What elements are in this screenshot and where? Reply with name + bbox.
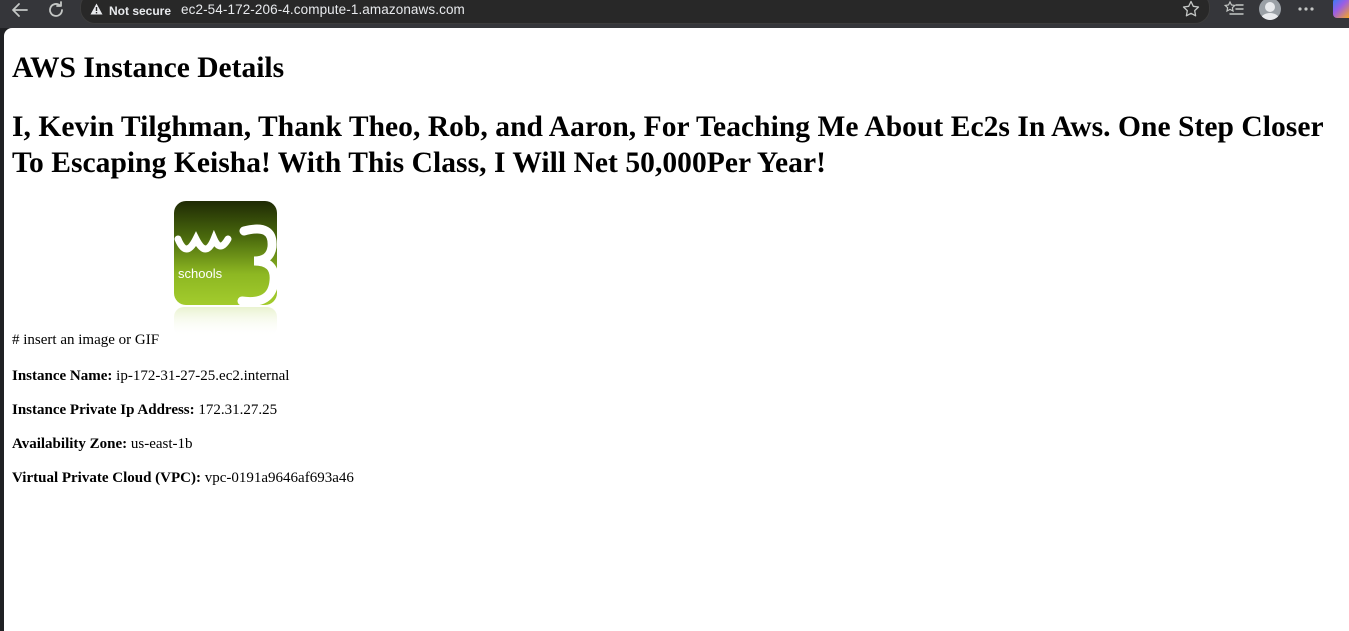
field-private-ip: Instance Private Ip Address: 172.31.27.2… — [12, 401, 1341, 419]
profile-icon[interactable] — [1258, 0, 1282, 20]
field-value: ip-172-31-27-25.ec2.internal — [116, 368, 290, 384]
logo-text: schools — [178, 266, 223, 281]
field-instance-name: Instance Name: ip-172-31-27-25.ec2.inter… — [12, 367, 1341, 385]
page-subheading: I, Kevin Tilghman, Thank Theo, Rob, and … — [12, 111, 1324, 179]
security-label: Not secure — [109, 3, 172, 18]
field-value: us-east-1b — [130, 436, 193, 452]
page-content: AWS Instance Details I, Kevin Tilghman, … — [4, 50, 1349, 487]
field-label: Virtual Private Cloud (VPC): — [12, 470, 201, 486]
more-icon[interactable] — [1294, 0, 1318, 20]
page-title: AWS Instance Details — [12, 52, 285, 84]
reload-icon[interactable] — [44, 0, 68, 20]
page-viewport: AWS Instance Details I, Kevin Tilghman, … — [4, 28, 1349, 631]
field-availability-zone: Availability Zone: us-east-1b — [12, 435, 1341, 453]
field-value: vpc-0191a9646af693a46 — [204, 470, 354, 486]
field-value: 172.31.27.25 — [198, 402, 278, 418]
image-row: # insert an image or GIF schools — [12, 201, 1341, 351]
address-bar[interactable]: Not secure ec2-54-172-206-4.compute-1.am… — [80, 0, 1210, 24]
w3schools-logo: schools — [174, 201, 278, 337]
warning-triangle-icon — [90, 3, 103, 18]
copilot-icon[interactable] — [1333, 0, 1349, 18]
reading-list-icon[interactable] — [1222, 0, 1246, 20]
image-caption: # insert an image or GIF — [12, 332, 160, 348]
url-text[interactable]: ec2-54-172-206-4.compute-1.amazonaws.com — [181, 2, 465, 17]
browser-toolbar: Not secure ec2-54-172-206-4.compute-1.am… — [0, 0, 1349, 28]
star-icon[interactable] — [1181, 0, 1201, 19]
field-label: Availability Zone: — [12, 436, 128, 452]
field-label: Instance Private Ip Address: — [12, 402, 195, 418]
field-vpc: Virtual Private Cloud (VPC): vpc-0191a96… — [12, 469, 1341, 487]
back-arrow-icon[interactable] — [8, 0, 32, 20]
field-label: Instance Name: — [12, 368, 113, 384]
security-indicator[interactable]: Not secure — [90, 3, 171, 18]
